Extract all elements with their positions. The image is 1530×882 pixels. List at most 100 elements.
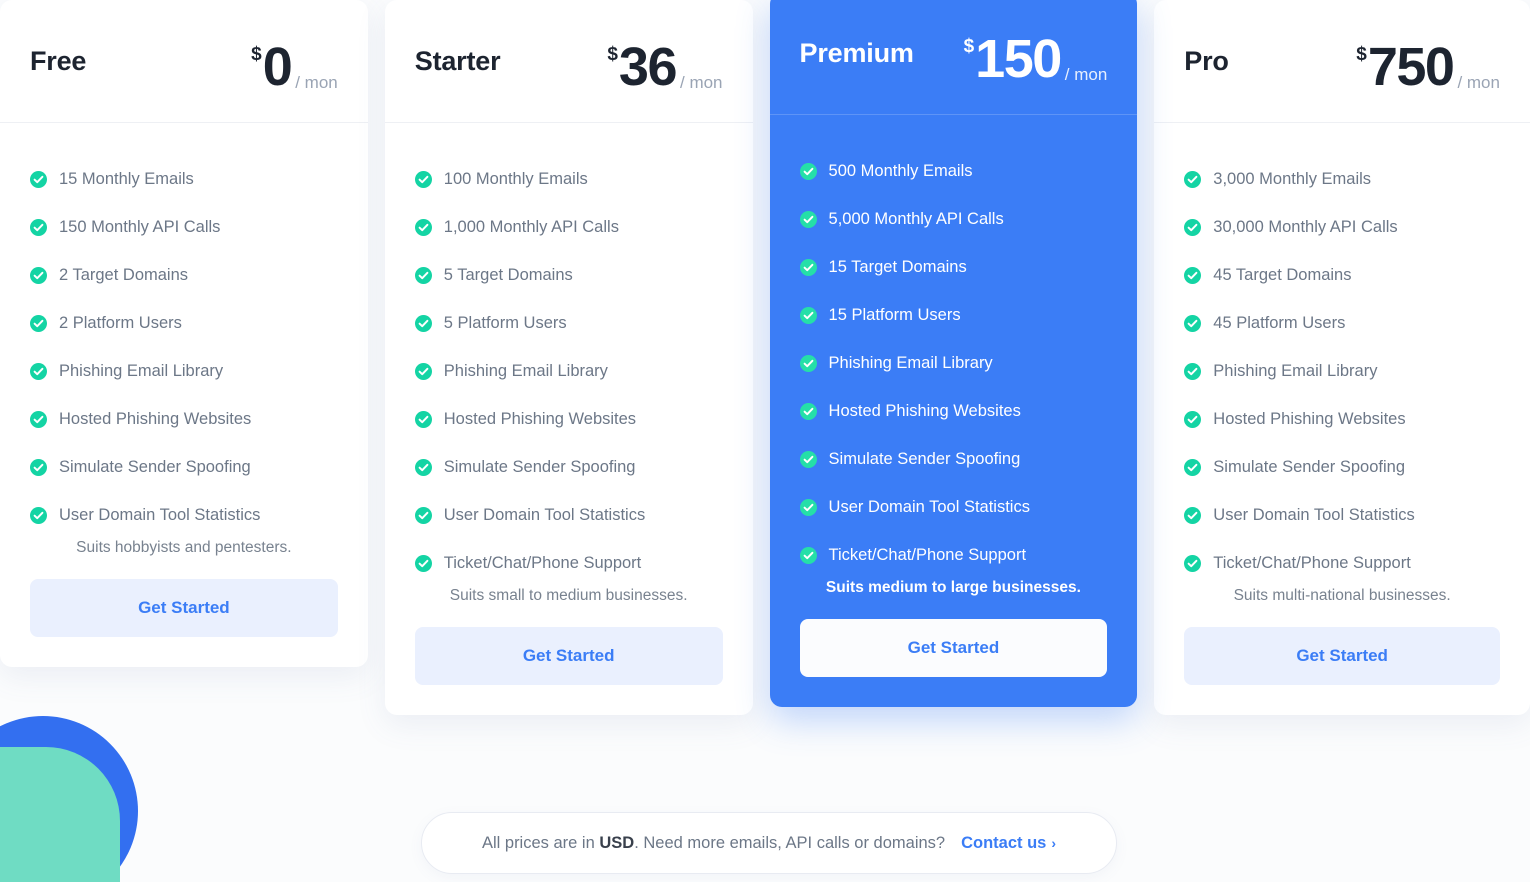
check-circle-icon [30, 266, 47, 284]
contact-us-link[interactable]: Contact us › [961, 834, 1056, 853]
feature-label: User Domain Tool Statistics [59, 505, 261, 524]
feature-item: 2 Platform Users [30, 299, 338, 347]
feature-label: 5 Platform Users [443, 313, 567, 332]
feature-item: 5 Platform Users [414, 299, 723, 347]
feature-item: Simulate Sender Spoofing [1184, 443, 1500, 491]
currency-symbol: $ [251, 44, 262, 66]
pricing-note-bar: All prices are in USD. Need more emails,… [421, 812, 1117, 874]
price-amount: 150 [975, 29, 1062, 90]
chevron-right-icon: › [1051, 834, 1057, 851]
feature-item: Ticket/Chat/Phone Support [1184, 539, 1500, 587]
plan-tagline: Suits hobbyists and pentesters. [76, 539, 292, 556]
check-circle-icon [1184, 314, 1202, 332]
feature-item: Hosted Phishing Websites [30, 395, 338, 443]
pricing-note-text: All prices are in USD. Need more emails,… [482, 834, 945, 853]
price-amount: 0 [262, 37, 293, 98]
feature-item: User Domain Tool Statistics [1184, 491, 1500, 539]
plan-header: Pro $750/ mon [1154, 0, 1530, 123]
feature-item: User Domain Tool Statistics [30, 491, 338, 539]
feature-item: Hosted Phishing Websites [799, 387, 1108, 435]
feature-label: Simulate Sender Spoofing [443, 457, 636, 476]
feature-label: Phishing Email Library [828, 353, 993, 372]
check-circle-icon [414, 170, 432, 188]
feature-label: 45 Target Domains [1213, 265, 1352, 284]
feature-label: Ticket/Chat/Phone Support [828, 545, 1027, 564]
plan-card-premium: Premium $150/ mon 500 Monthly Emails 5,000 … [769, 0, 1138, 707]
currency-symbol: $ [1356, 44, 1367, 66]
check-circle-icon [1184, 506, 1202, 524]
check-circle-icon [799, 162, 817, 180]
check-circle-icon [414, 506, 432, 524]
note-currency-emphasis: USD [599, 833, 635, 852]
price-period: / mon [1457, 73, 1500, 93]
feature-item: Simulate Sender Spoofing [30, 443, 338, 491]
feature-label: 45 Platform Users [1213, 313, 1346, 332]
check-circle-icon [1184, 218, 1202, 236]
check-circle-icon [30, 506, 47, 524]
feature-list: 100 Monthly Emails 1,000 Monthly API Call… [385, 123, 753, 587]
plan-card-free: Free $0/ mon 15 Monthly Emails 150 Monthly … [0, 0, 368, 667]
feature-item: Phishing Email Library [414, 347, 723, 395]
check-circle-icon [30, 458, 47, 476]
plan-tagline: Suits multi-national businesses. [1233, 587, 1451, 604]
feature-label: 2 Platform Users [59, 313, 182, 332]
plan-tagline: Suits small to medium businesses. [449, 587, 688, 604]
feature-label: 150 Monthly API Calls [59, 217, 221, 236]
feature-item: 3,000 Monthly Emails [1184, 155, 1500, 203]
currency-symbol: $ [963, 36, 975, 58]
get-started-button[interactable]: Get Started [1184, 627, 1500, 685]
feature-label: 1,000 Monthly API Calls [443, 217, 619, 236]
feature-item: Ticket/Chat/Phone Support [799, 531, 1108, 579]
feature-label: Hosted Phishing Websites [443, 409, 637, 428]
plan-price: $36/ mon [607, 28, 722, 98]
decorative-green-shape [0, 747, 120, 882]
feature-label: Ticket/Chat/Phone Support [1213, 553, 1411, 572]
feature-item: 5 Target Domains [414, 251, 723, 299]
feature-item: 45 Target Domains [1184, 251, 1500, 299]
feature-label: User Domain Tool Statistics [443, 505, 646, 524]
feature-label: 2 Target Domains [59, 265, 189, 284]
feature-list: 500 Monthly Emails 5,000 Monthly API Call… [770, 115, 1138, 579]
currency-symbol: $ [607, 44, 618, 66]
check-circle-icon [799, 546, 817, 564]
get-started-button[interactable]: Get Started [414, 627, 723, 685]
feature-item: 5,000 Monthly API Calls [799, 195, 1108, 243]
plan-footer: Suits small to medium businesses. Get Sta… [385, 587, 753, 715]
contact-us-label: Contact us [961, 833, 1047, 852]
get-started-button[interactable]: Get Started [799, 619, 1108, 677]
feature-label: Phishing Email Library [443, 361, 608, 380]
pricing-plans-row: Free $0/ mon 15 Monthly Emails 150 Monthly … [0, 0, 1530, 760]
feature-item: Phishing Email Library [1184, 347, 1500, 395]
price-amount: 36 [618, 37, 678, 98]
feature-label: Hosted Phishing Websites [828, 401, 1021, 420]
feature-item: 150 Monthly API Calls [30, 203, 338, 251]
feature-item: Phishing Email Library [799, 339, 1108, 387]
check-circle-icon [1184, 170, 1202, 188]
plan-name: Premium [799, 37, 914, 68]
feature-item: 1,000 Monthly API Calls [414, 203, 723, 251]
plan-tagline: Suits medium to large businesses. [825, 579, 1081, 596]
check-circle-icon [799, 450, 817, 468]
feature-label: 500 Monthly Emails [828, 161, 973, 180]
feature-label: 15 Target Domains [828, 257, 967, 276]
check-circle-icon [414, 410, 432, 428]
feature-item: Hosted Phishing Websites [1184, 395, 1500, 443]
plan-card-pro: Pro $750/ mon 3,000 Monthly Emails 30,000 M… [1154, 0, 1530, 715]
feature-label: Simulate Sender Spoofing [59, 457, 251, 476]
check-circle-icon [1184, 458, 1202, 476]
check-circle-icon [799, 498, 817, 516]
note-suffix: . Need more emails, API calls or domains… [634, 833, 946, 852]
plan-name: Starter [414, 45, 501, 76]
feature-item: 15 Target Domains [799, 243, 1108, 291]
feature-list: 3,000 Monthly Emails 30,000 Monthly API C… [1154, 123, 1530, 587]
get-started-button[interactable]: Get Started [30, 579, 338, 637]
check-circle-icon [1184, 362, 1202, 380]
check-circle-icon [799, 306, 817, 324]
plan-header: Free $0/ mon [0, 0, 368, 123]
check-circle-icon [1184, 266, 1202, 284]
feature-label: Simulate Sender Spoofing [828, 449, 1021, 468]
check-circle-icon [414, 362, 432, 380]
feature-item: User Domain Tool Statistics [799, 483, 1108, 531]
feature-item: 500 Monthly Emails [799, 147, 1108, 195]
feature-item: 15 Monthly Emails [30, 155, 338, 203]
